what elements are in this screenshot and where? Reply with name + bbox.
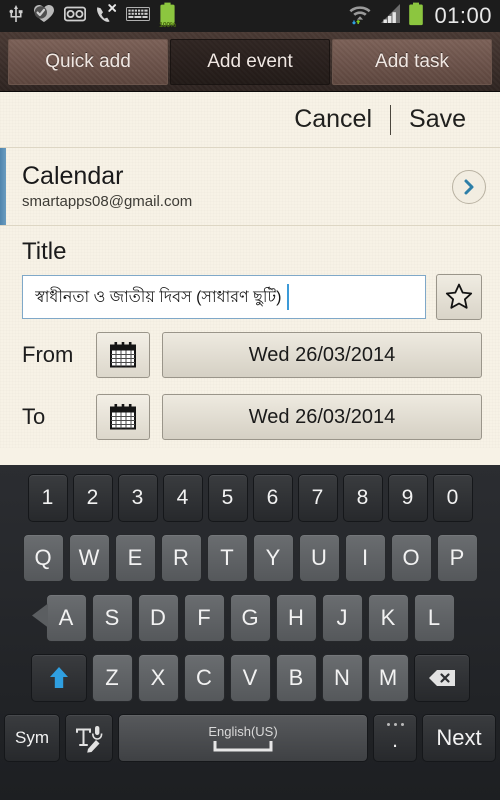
key-g[interactable]: G [229,594,271,642]
on-screen-keyboard: 1 2 3 4 5 6 7 8 9 0 Q W E R T Y U I O P [0,465,500,800]
title-input-value: স্বাধীনতা ও জাতীয় দিবস (সাধারণ ছুটি) [35,288,282,306]
save-button[interactable]: Save [391,107,484,132]
keyboard-row-numbers: 1 2 3 4 5 6 7 8 9 0 [4,471,496,525]
key-t[interactable]: T [206,534,248,582]
battery-percent-label: 100% [159,21,176,29]
text-caret [287,284,290,310]
more-symbols-dots-icon [386,723,404,726]
app-screen: 100% 01:00 Quick add Add event Add task … [0,0,500,800]
key-q[interactable]: Q [22,534,64,582]
key-2[interactable]: 2 [72,474,113,522]
key-e[interactable]: E [114,534,156,582]
key-y[interactable]: Y [252,534,294,582]
key-o[interactable]: O [390,534,432,582]
status-bar: 100% 01:00 [0,0,500,32]
missed-call-icon [95,3,117,29]
battery-icon-left: 100% [159,2,176,31]
calendar-account-label: smartapps08@gmail.com [22,193,193,211]
backspace-key[interactable] [413,654,470,702]
title-row: স্বাধীনতা ও জাতীয় দিবস (সাধারণ ছুটি) [22,274,482,320]
key-b[interactable]: B [275,654,317,702]
calendar-label: Calendar [22,161,124,190]
key-5[interactable]: 5 [207,474,248,522]
next-key[interactable]: Next [422,714,496,762]
key-l[interactable]: L [413,594,455,642]
tab-quick-add[interactable]: Quick add [8,38,168,85]
heart-check-icon [33,4,55,29]
chevron-right-icon[interactable] [452,169,486,204]
key-0[interactable]: 0 [432,474,473,522]
to-calendar-icon-button[interactable] [96,394,150,440]
space-key[interactable]: English(US) [118,714,368,762]
status-bar-right-icons: 01:00 [348,2,492,31]
key-6[interactable]: 6 [252,474,293,522]
key-4[interactable]: 4 [162,474,203,522]
key-p[interactable]: P [436,534,478,582]
key-s[interactable]: S [91,594,133,642]
battery-icon-right [408,2,424,31]
to-label: To [22,404,46,429]
key-h[interactable]: H [275,594,317,642]
calendar-selector-row[interactable]: Calendar smartapps08@gmail.com [0,148,500,226]
keyboard-row-top: Q W E R T Y U I O P [4,531,496,585]
to-date-button[interactable]: Wed 26/03/2014 [162,394,482,440]
key-n[interactable]: N [321,654,363,702]
key-d[interactable]: D [137,594,179,642]
space-language-label: English(US) [208,724,278,739]
calendar-texts: Calendar smartapps08@gmail.com [22,161,452,211]
tab-bar: Quick add Add event Add task [0,32,500,92]
key-r[interactable]: R [160,534,202,582]
from-date-button[interactable]: Wed 26/03/2014 [162,332,482,378]
key-8[interactable]: 8 [342,474,383,522]
key-u[interactable]: U [298,534,340,582]
title-input[interactable]: স্বাধীনতা ও জাতীয় দিবস (সাধারণ ছুটি) [22,275,426,319]
key-m[interactable]: M [367,654,409,702]
keyboard-icon [126,6,150,26]
key-x[interactable]: X [137,654,179,702]
key-9[interactable]: 9 [387,474,428,522]
tab-add-task[interactable]: Add task [332,38,492,85]
key-1[interactable]: 1 [27,474,68,522]
collapse-keyboard-arrow-icon[interactable] [28,601,54,636]
key-k[interactable]: K [367,594,409,642]
shift-key[interactable] [30,654,87,702]
key-c[interactable]: C [183,654,225,702]
period-key-label: . [392,729,398,752]
status-clock: 01:00 [434,3,492,28]
keyboard-row-bottom: Z X C V B N M [4,651,496,705]
status-bar-left-icons: 100% [8,2,348,31]
from-calendar-icon-button[interactable] [96,332,150,378]
title-field-block: Title স্বাধীনতা ও জাতীয় দিবস (সাধারণ ছু… [0,226,500,324]
tab-add-event[interactable]: Add event [170,38,330,85]
key-v[interactable]: V [229,654,271,702]
signal-icon [378,3,402,30]
usb-icon [8,4,24,29]
to-date-row: To Wed 26/03/2014 [0,386,500,448]
keyboard-row-home: A S D F G H J K L [4,591,496,645]
key-i[interactable]: I [344,534,386,582]
action-bar: Cancel Save [0,92,500,148]
keyboard-row-function: Sym English(US) . Next [4,711,496,765]
from-label: From [22,342,74,367]
cancel-button[interactable]: Cancel [276,107,390,132]
key-3[interactable]: 3 [117,474,158,522]
key-w[interactable]: W [68,534,110,582]
symbols-key[interactable]: Sym [4,714,60,762]
key-f[interactable]: F [183,594,225,642]
favorite-star-button[interactable] [436,274,482,320]
key-z[interactable]: Z [91,654,133,702]
from-date-row: From Wed 26/03/2014 [0,324,500,386]
key-j[interactable]: J [321,594,363,642]
wifi-icon [348,3,372,30]
voicemail-icon [63,6,87,27]
title-label: Title [22,238,67,265]
key-7[interactable]: 7 [297,474,338,522]
period-key[interactable]: . [373,714,417,762]
event-form: Cancel Save Calendar smartapps08@gmail.c… [0,92,500,448]
handwriting-voice-key[interactable] [65,714,113,762]
